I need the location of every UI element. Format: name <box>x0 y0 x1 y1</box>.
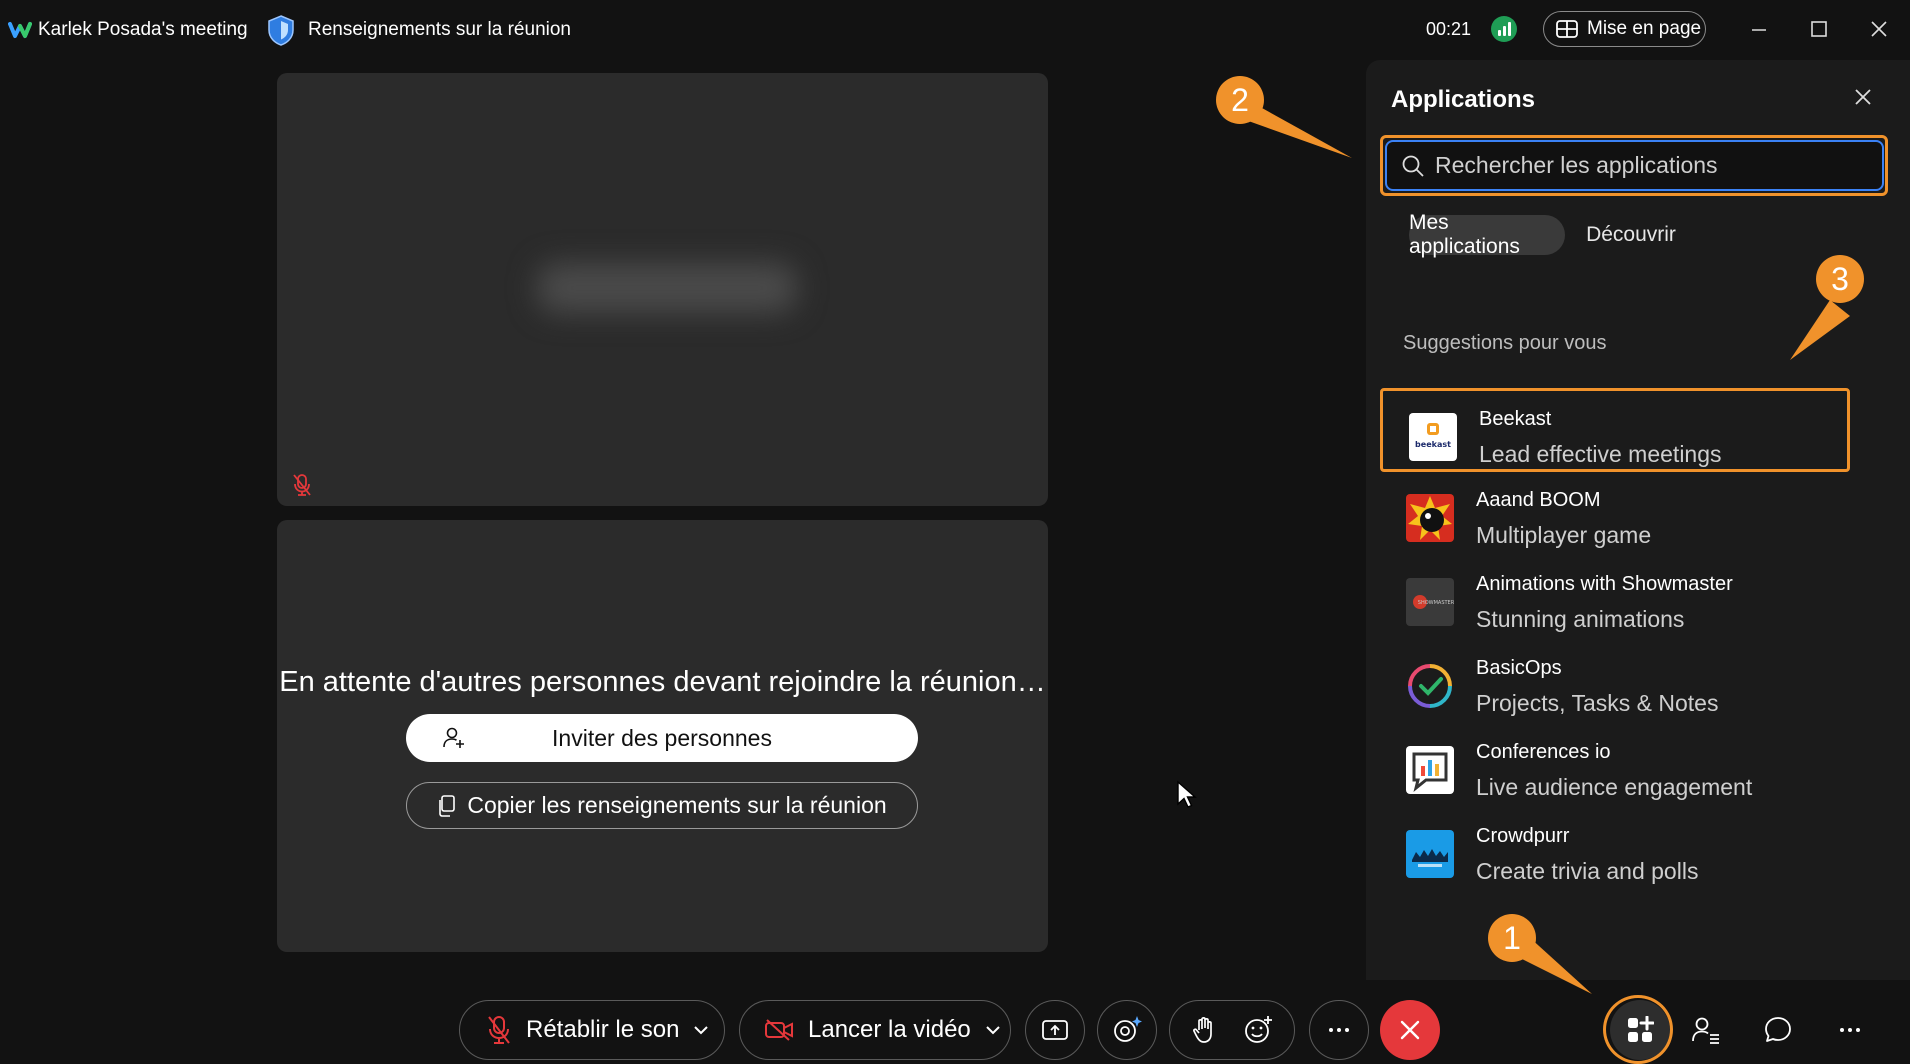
video-off-icon <box>765 1019 793 1041</box>
callout-arrows <box>1240 108 1850 994</box>
leave-meeting-button[interactable] <box>1380 1000 1440 1060</box>
participants-icon[interactable] <box>1688 1012 1724 1048</box>
unmute-label: Rétablir le son <box>526 1016 680 1043</box>
callout-3-arrow <box>1790 300 1850 360</box>
reactions-group <box>1169 1000 1295 1060</box>
ellipsis-icon <box>1329 1028 1349 1032</box>
chevron-down-icon[interactable] <box>693 1025 709 1035</box>
unmute-button[interactable]: Rétablir le son <box>459 1000 725 1060</box>
more-options-button[interactable] <box>1309 1000 1369 1060</box>
share-screen-icon <box>1042 1020 1068 1040</box>
raise-hand-icon[interactable] <box>1192 1016 1216 1044</box>
close-icon <box>1400 1020 1420 1040</box>
ai-assistant-button[interactable] <box>1097 1000 1157 1060</box>
emoji-reaction-icon[interactable] <box>1243 1015 1273 1045</box>
chat-icon[interactable] <box>1760 1012 1796 1048</box>
start-video-button[interactable]: Lancer la vidéo <box>739 1000 1011 1060</box>
muted-mic-icon <box>488 1016 510 1044</box>
apps-button-highlight <box>1603 995 1673 1064</box>
start-video-label: Lancer la vidéo <box>808 1016 971 1043</box>
more-menu-icon[interactable] <box>1832 1012 1868 1048</box>
callout-3-badge: 3 <box>1816 255 1864 303</box>
callout-1-badge: 1 <box>1488 914 1536 962</box>
chevron-down-icon[interactable] <box>985 1025 1001 1035</box>
ai-assistant-icon <box>1114 1016 1142 1042</box>
share-screen-button[interactable] <box>1025 1000 1085 1060</box>
callout-2-badge: 2 <box>1216 76 1264 124</box>
